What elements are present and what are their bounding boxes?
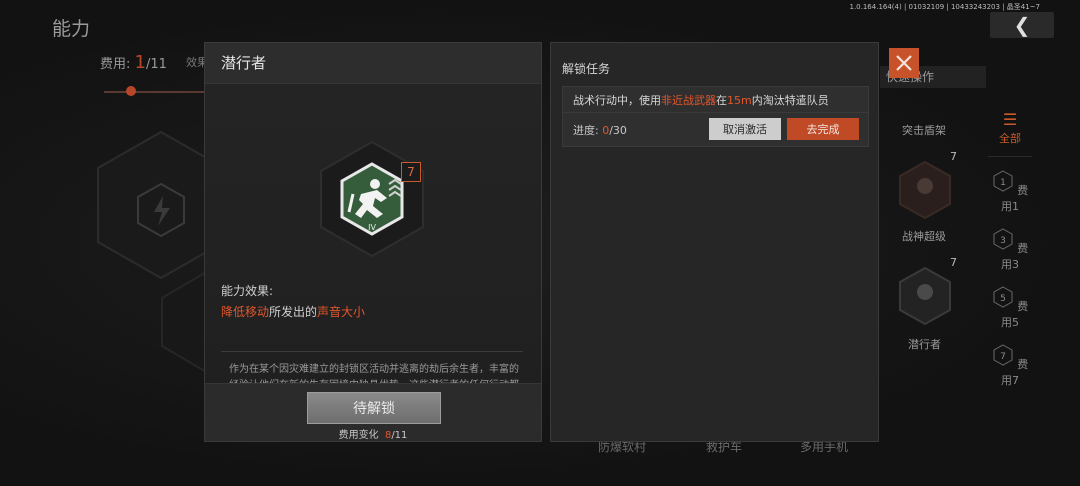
svg-text:3: 3 (1000, 236, 1006, 246)
go-complete-button[interactable]: 去完成 (787, 118, 859, 140)
card-label-1: 突击盾架 (902, 124, 946, 137)
hexagon-icon: 7 (993, 344, 1013, 366)
hexagon-icon: 5 (993, 286, 1013, 308)
svg-text:5: 5 (1000, 294, 1006, 304)
cost-change: 费用变化 8/11 (338, 430, 408, 441)
background-card-icon-1 (899, 160, 951, 220)
background-card-icon-2 (899, 266, 951, 326)
card-label-3: 潜行者 (908, 338, 941, 351)
background-cost: 费用: 1/11 (100, 52, 167, 73)
filter-cost-5[interactable]: 5 费用5 (988, 286, 1032, 330)
unlock-button[interactable]: 待解锁 (307, 392, 441, 424)
background-slider-thumb (126, 86, 136, 96)
list-filter-icon: ☰ (1002, 110, 1018, 129)
svg-text:IV: IV (368, 223, 376, 232)
hexagon-icon: 1 (993, 170, 1013, 192)
ability-detail-panel: 潜行者 IV 7 能力效果: 降低移动所发出的声音大小 作为在某个因灾难建立的封… (204, 42, 542, 442)
close-icon (896, 55, 912, 71)
version-text: 1.0.164.164(4) | 01032109 | 10433243203 … (849, 3, 1041, 11)
task-card: 战术行动中，使用非近战武器在15m内淘汰特遣队员 进度: 0/30 取消激活 去… (562, 86, 869, 147)
filter-cost-1[interactable]: 1 费用1 (988, 170, 1032, 214)
divider (221, 351, 523, 352)
unlock-task-panel: 解锁任务 战术行动中，使用非近战武器在15m内淘汰特遣队员 进度: 0/30 取… (550, 42, 879, 442)
effect-label: 能力效果: (221, 284, 274, 298)
filter-divider (988, 156, 1032, 157)
svg-text:1: 1 (1000, 178, 1006, 188)
ability-detail-body: IV 7 能力效果: 降低移动所发出的声音大小 作为在某个因灾难建立的封锁区活动… (205, 84, 541, 407)
page-title: 能力 (52, 18, 91, 40)
task-divider (563, 112, 868, 113)
unlock-task-title: 解锁任务 (562, 62, 611, 76)
level-badge: 7 (401, 162, 421, 182)
filter-cost-3[interactable]: 3 费用3 (988, 228, 1032, 272)
ability-footer: 待解锁 费用变化 8/11 (205, 383, 541, 441)
cancel-activation-button[interactable]: 取消激活 (709, 118, 781, 140)
sneaking-runner-icon: IV (320, 140, 424, 258)
back-button[interactable]: ❮ (990, 12, 1054, 38)
task-description: 战术行动中，使用非近战武器在15m内淘汰特遣队员 (573, 94, 829, 107)
chevron-left-icon: ❮ (1013, 13, 1031, 37)
ability-name: 潜行者 (205, 43, 541, 84)
card-label-2: 战神超级 (902, 230, 946, 243)
filter-all[interactable]: ☰ 全部 (988, 110, 1032, 146)
svg-text:7: 7 (1000, 352, 1006, 362)
effect-text: 降低移动所发出的声音大小 (221, 305, 366, 319)
hexagon-icon: 3 (993, 228, 1013, 250)
task-progress: 进度: 0/30 (573, 124, 627, 137)
background-slider-track (104, 91, 204, 93)
close-button[interactable] (889, 48, 919, 78)
filter-cost-7[interactable]: 7 费用7 (988, 344, 1032, 388)
